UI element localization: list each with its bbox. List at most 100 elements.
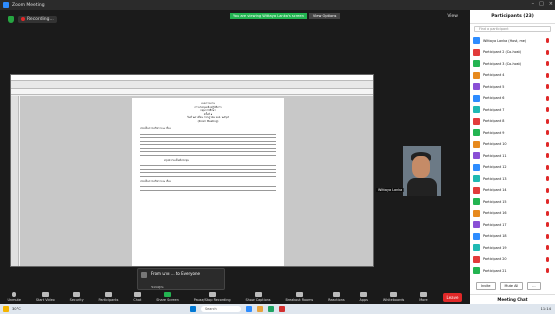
shared-screen: แบบรายงาน การประชุมเชิงปฏิบัติการ กลุ่มก… [10,74,374,267]
minimize-icon[interactable]: – [532,1,535,7]
apps-button[interactable]: Apps [360,292,368,302]
view-button[interactable]: View [447,14,458,19]
participant-row[interactable]: Participant 18 [473,231,552,243]
participant-row[interactable]: Participant 5 [473,81,552,93]
breakout-rooms-button[interactable]: Breakout Rooms [285,292,313,302]
participant-name: Participant 2 (Co-host) [483,50,522,55]
avatar [473,83,480,91]
video-camera-icon [41,292,49,297]
divider [140,168,276,170]
control-label: Show Captions [245,298,271,302]
participants-button[interactable]: Participants [99,292,118,302]
security-shield-icon[interactable] [8,15,14,23]
participant-row[interactable]: Participant 21 [473,265,552,277]
participant-row[interactable]: Participant 9 [473,127,552,139]
avatar [473,37,480,45]
zoom-taskbar-icon[interactable] [246,306,252,312]
participant-row[interactable]: Participant 3 (Co-host) [473,58,552,70]
document-page: แบบรายงาน การประชุมเชิงปฏิบัติการ กลุ่มก… [132,98,284,266]
participant-name: Participant 18 [483,234,507,239]
participant-name: Participant 6 [483,96,505,101]
participant-row[interactable]: Participant 20 [473,254,552,266]
browser-icon[interactable] [268,306,274,312]
participant-row[interactable]: Participant 7 [473,104,552,116]
avatar-shirt [407,178,437,196]
participant-row[interactable]: Participant 13 [473,173,552,185]
whiteboards-button[interactable]: Whiteboards [383,292,404,302]
muted-microphone-icon [546,72,549,78]
mute-all-button[interactable]: Mute All [499,282,524,290]
chat-button[interactable]: Chat [133,292,141,302]
participant-name: Participant 12 [483,165,507,170]
security-button[interactable]: Security [70,292,84,302]
weather-icon[interactable] [3,306,9,312]
participant-name: Participant 10 [483,142,507,147]
acrobat-icon[interactable] [279,306,285,312]
participant-row[interactable]: Participant 14 [473,185,552,197]
participant-row[interactable]: Participant 12 [473,162,552,174]
share-banner-message: You are viewing Wittaya Lanka's screen [230,13,307,19]
taskbar-search[interactable]: Search [201,306,241,312]
unmute-button[interactable]: Unmute [7,292,21,302]
doc-section-2: สรุปความเห็นที่ประชุม [164,158,189,162]
participant-row[interactable]: Participant 15 [473,196,552,208]
chat-notification-from: From นาย ... to Everyone [151,271,200,276]
maximize-icon[interactable]: □ [539,1,544,7]
start-icon[interactable] [190,306,196,312]
participant-row[interactable]: Participant 11 [473,150,552,162]
participant-name: Participant 15 [483,199,507,204]
divider [140,189,276,191]
doc-section-1: ประเด็นการอภิปราย ๑ เรื่อง [140,127,171,130]
record-dot-icon [21,17,25,21]
chat-notification[interactable]: From นาย ... to Everyone ขอบคุณ [137,268,225,290]
muted-microphone-icon [546,222,549,228]
participant-row[interactable]: Participant 8 [473,116,552,128]
reactions-button[interactable]: Reactions [328,292,345,302]
avatar [473,48,480,56]
windows-taskbar: 30°C Search 11:14 [0,304,555,314]
muted-microphone-icon [546,49,549,55]
share-screen-button[interactable]: Share Screen [156,292,179,302]
avatar [473,152,480,160]
apps-icon [360,292,368,297]
start-video-button[interactable]: Start Video [36,292,55,302]
participant-search-input[interactable]: Find a participant [474,26,551,32]
leave-button[interactable]: Leave [442,292,463,302]
microphone-icon [12,292,17,297]
control-label: Reactions [328,298,345,302]
invite-button[interactable]: Invite [476,282,496,290]
participant-row[interactable]: Participant 16 [473,208,552,220]
control-label: Security [69,298,84,302]
muted-microphone-icon [546,95,549,101]
muted-microphone-icon [546,268,549,274]
avatar [473,267,480,275]
participants-list: Wittaya Lanka (Host, me) Participant 2 (C… [470,34,555,278]
participant-name: Wittaya Lanka (Host, me) [483,38,527,43]
meeting-chat-header[interactable]: Meeting Chat [470,294,555,304]
divider [140,140,276,142]
divider [140,133,276,135]
control-label: Apps [359,298,368,302]
avatar [473,129,480,137]
participant-row[interactable]: Participant 17 [473,219,552,231]
avatar [473,186,480,194]
captions-button[interactable]: Show Captions [245,292,271,302]
avatar-face [412,156,430,178]
participant-row[interactable]: Participant 10 [473,139,552,151]
view-options-button[interactable]: View Options [308,13,341,19]
recording-indicator[interactable]: Recording... [18,15,57,23]
participant-row[interactable]: Wittaya Lanka (Host, me) [473,35,552,47]
self-video[interactable] [403,146,441,196]
participant-row[interactable]: Participant 2 (Co-host) [473,47,552,59]
muted-microphone-icon [546,84,549,90]
folder-icon[interactable] [257,306,263,312]
more-options-button[interactable]: ... [527,282,541,290]
participant-row[interactable]: Participant 4 [473,70,552,82]
recording-button[interactable]: Pause/Stop Recording [194,292,231,302]
close-icon[interactable]: × [549,1,553,7]
participant-row[interactable]: Participant 6 [473,93,552,105]
more-button[interactable]: More [419,292,428,302]
muted-microphone-icon [546,245,549,251]
participant-name: Participant 11 [483,153,507,158]
participant-row[interactable]: Participant 19 [473,242,552,254]
